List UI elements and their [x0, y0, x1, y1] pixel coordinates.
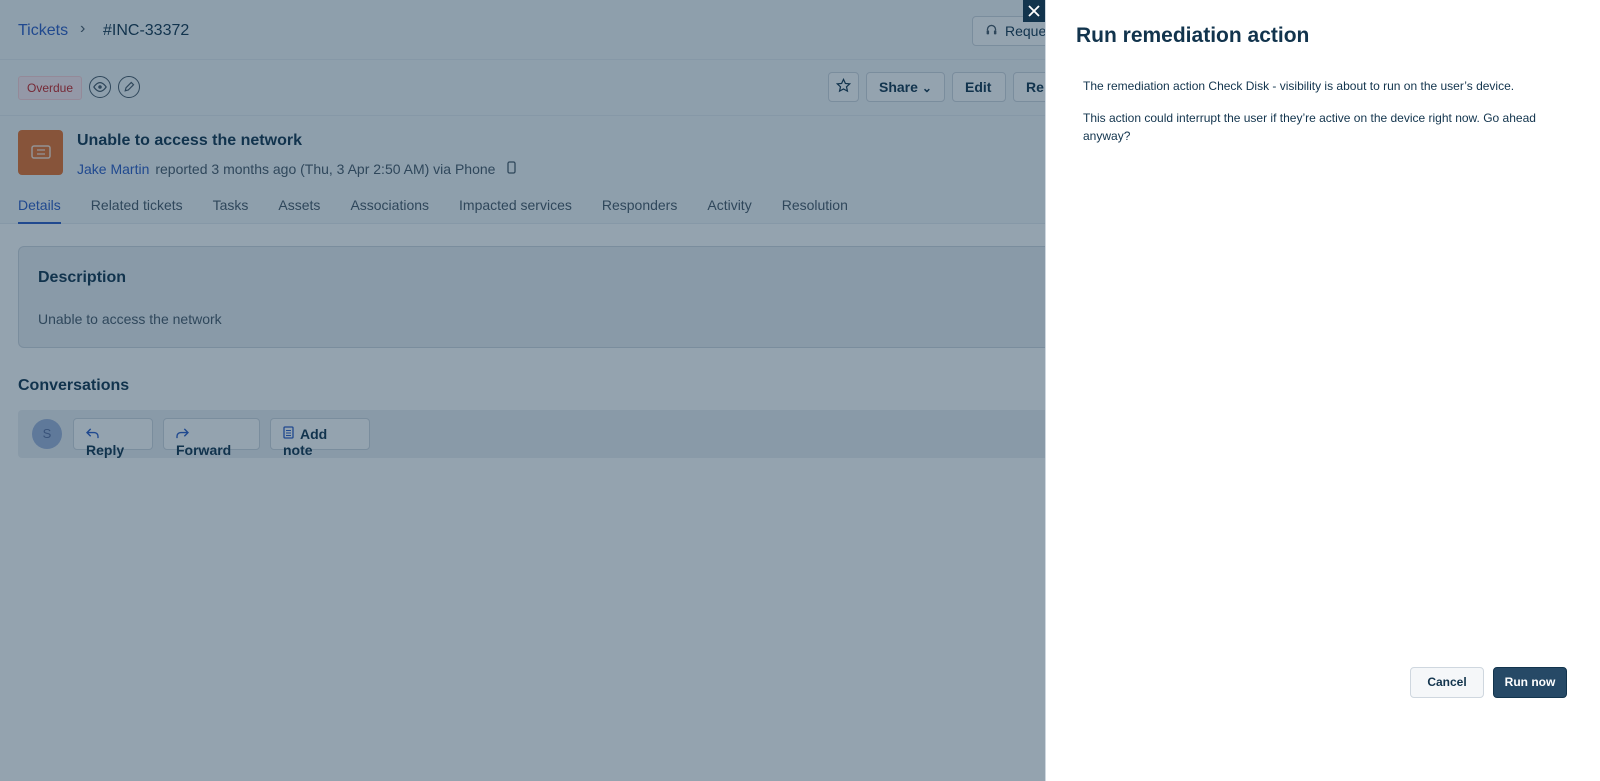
remediation-side-panel: Run remediation action The remediation a… [1045, 0, 1600, 781]
panel-title: Run remediation action [1076, 24, 1310, 47]
panel-warning: This action could interrupt the user if … [1083, 111, 1536, 143]
run-now-button[interactable]: Run now [1493, 667, 1567, 698]
modal-backdrop[interactable] [0, 0, 1045, 781]
panel-message: The remediation action Check Disk - visi… [1083, 79, 1515, 93]
cancel-button[interactable]: Cancel [1410, 667, 1484, 698]
close-icon[interactable] [1023, 0, 1045, 22]
